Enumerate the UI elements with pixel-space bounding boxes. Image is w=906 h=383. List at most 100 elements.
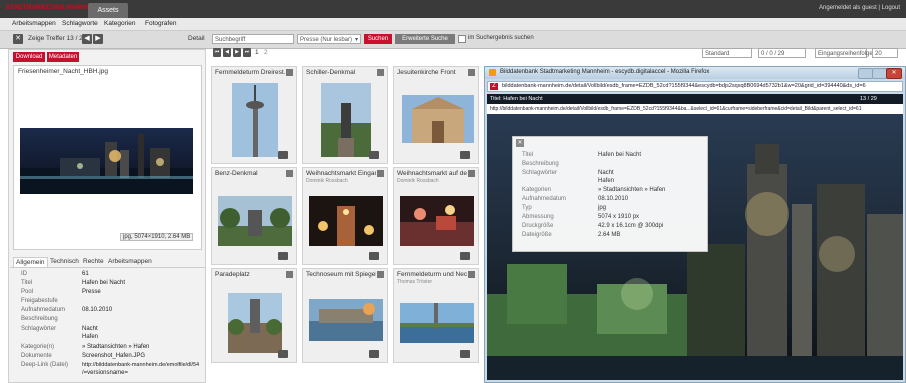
tab-rechte[interactable]: Rechte (83, 258, 104, 265)
camera-icon[interactable] (369, 252, 379, 260)
camera-icon[interactable] (369, 350, 379, 358)
info-key: Abmessung (522, 214, 554, 220)
address-url[interactable]: bilddatenbank-mannheim.de/detail/Vollbil… (502, 83, 892, 89)
nav-fotografen[interactable]: Fotografen (145, 20, 176, 27)
card-photographer: Dominik Rossbach (306, 178, 348, 184)
asset-card[interactable]: Paradeplatz (211, 268, 297, 363)
prop-value[interactable]: http://bilddatenbank-mannheim.de/emolfil… (82, 362, 199, 368)
select-checkbox[interactable] (468, 271, 475, 278)
asset-card[interactable]: Jesuitenkirche Front (393, 66, 479, 164)
prev-icon[interactable]: ◀ (82, 34, 92, 44)
next-icon[interactable]: ▶ (93, 34, 103, 44)
asset-card[interactable]: Weihnachtsmarkt auf der Dominik Rossbach (393, 167, 479, 265)
tab-technisch[interactable]: Technisch (50, 258, 79, 265)
close-icon[interactable]: ✕ (13, 34, 23, 44)
info-value: 5074 x 1910 px (598, 214, 640, 220)
select-checkbox[interactable] (286, 69, 293, 76)
prop-key: Deep-Link (Datei) (21, 362, 69, 368)
download-button[interactable]: Download (13, 52, 45, 62)
detail-label[interactable]: Detail (188, 35, 205, 42)
per-page-select[interactable]: 20 (872, 48, 898, 58)
prop-key: Freigabestufe (21, 298, 58, 304)
select-checkbox[interactable] (286, 271, 293, 278)
minimize-icon[interactable] (858, 68, 873, 79)
in-results-checkbox[interactable] (458, 35, 466, 43)
nav-kategorien[interactable]: Kategorien (104, 20, 135, 27)
prop-value: Screenshot_Hafen.JPG (82, 353, 146, 359)
card-photographer: Dominik Rossbach (397, 178, 439, 184)
prop-value: Hafen (82, 334, 99, 340)
info-key: Beschreibung (522, 161, 559, 167)
maximize-icon[interactable] (872, 68, 887, 79)
camera-icon[interactable] (278, 252, 288, 260)
asset-card[interactable]: Technoseum mit Spiegel (302, 268, 388, 363)
card-thumbnail (400, 196, 474, 246)
window-title: Bilddatenbank Stadtmarketing Mannheim - … (500, 69, 710, 75)
next-page-icon[interactable]: ▶ (233, 48, 241, 57)
logo: STADTMARKETING MANNHEIM (6, 5, 102, 11)
preview-image[interactable] (20, 128, 193, 194)
camera-icon[interactable] (278, 350, 288, 358)
tab-arbeitsmappen[interactable]: Arbeitsmappen (108, 258, 152, 265)
prop-value: 61 (82, 271, 89, 277)
in-results-label: im Suchergebnis suchen (468, 35, 534, 41)
prop-key: Kategorie(n) (21, 344, 55, 350)
info-key: Schlagwörter (522, 170, 558, 176)
camera-icon[interactable] (278, 151, 288, 159)
nav-arbeitsmappen[interactable]: Arbeitsmappen (12, 20, 56, 27)
select-checkbox[interactable] (286, 170, 293, 177)
last-page-icon[interactable]: ⏭ (243, 48, 251, 57)
prop-row: Hafen (9, 334, 205, 342)
select-checkbox[interactable] (468, 170, 475, 177)
page-2[interactable]: 2 (264, 49, 268, 56)
info-value: » Stadtansichten » Hafen (598, 187, 666, 193)
camera-icon[interactable] (369, 151, 379, 159)
prop-row: Freigabestufe (9, 298, 205, 306)
prop-key: Aufnahmedatum (21, 307, 66, 313)
info-value: Hafen bei Nacht (598, 152, 642, 158)
viewer-link[interactable]: http://bilddatenbank-mannheim.de/detail/… (490, 106, 900, 112)
asset-card[interactable]: Benz-Denkmal (211, 167, 297, 265)
info-key: Kategorien (522, 187, 552, 193)
info-key: Druckgröße (522, 223, 554, 229)
card-thumbnail (321, 83, 371, 157)
extended-search-button[interactable]: Erweiterte Suche (395, 34, 455, 44)
prop-row: Beschreibung (9, 316, 205, 324)
select-checkbox[interactable] (377, 170, 384, 177)
user-info[interactable]: Angemeldet als guest | Logout (819, 5, 900, 11)
select-checkbox[interactable] (377, 69, 384, 76)
tab-assets[interactable]: Assets (88, 3, 128, 18)
search-input[interactable]: Suchbegriff (212, 34, 294, 44)
prop-value: Hafen bei Nacht (82, 280, 126, 286)
camera-icon[interactable] (460, 252, 470, 260)
prop-row: Deep-Link (Datei) http://bilddatenbank-ma… (9, 362, 205, 370)
card-title: Jesuitenkirche Front (397, 69, 456, 76)
card-title: Paradeplatz (215, 271, 250, 278)
camera-icon[interactable] (460, 350, 470, 358)
prev-page-icon[interactable]: ◀ (223, 48, 231, 57)
search-button[interactable]: Suchen (364, 34, 392, 44)
select-checkbox[interactable] (377, 271, 384, 278)
hits-counter: Zeige Treffer 13 / 29 (28, 35, 87, 42)
info-value: jpg (598, 205, 607, 211)
asset-card[interactable]: Fernmeldeturm Dreirest. (211, 66, 297, 164)
nav-schlagworte[interactable]: Schlagworte (62, 20, 98, 27)
page-1[interactable]: 1 (255, 49, 259, 56)
metadata-button[interactable]: Metadaten (47, 52, 79, 62)
tab-allgemein[interactable]: Allgemein (13, 257, 48, 267)
close-info-icon[interactable]: ✕ (516, 139, 524, 147)
range-select[interactable]: 0 / 0 / 29 (758, 48, 806, 58)
card-thumbnail (228, 293, 282, 353)
order-select[interactable]: Eingangsreihenfolge (815, 48, 873, 58)
sort-select[interactable]: Standard (702, 48, 752, 58)
asset-card[interactable]: Schiller-Denkmal (302, 66, 388, 164)
card-thumbnail (218, 196, 292, 246)
asset-card[interactable]: Fernmeldeturm und Neck Thomas Tröster (393, 268, 479, 363)
card-title: Benz-Denkmal (215, 170, 258, 177)
scope-select[interactable]: Presse (Nur lesbar) ▾ (297, 34, 361, 44)
close-icon[interactable]: ✕ (886, 68, 902, 79)
select-checkbox[interactable] (468, 69, 475, 76)
first-page-icon[interactable]: ⏮ (213, 48, 221, 57)
asset-card[interactable]: Weihnachtsmarkt Eingan Dominik Rossbach (302, 167, 388, 265)
camera-icon[interactable] (460, 151, 470, 159)
